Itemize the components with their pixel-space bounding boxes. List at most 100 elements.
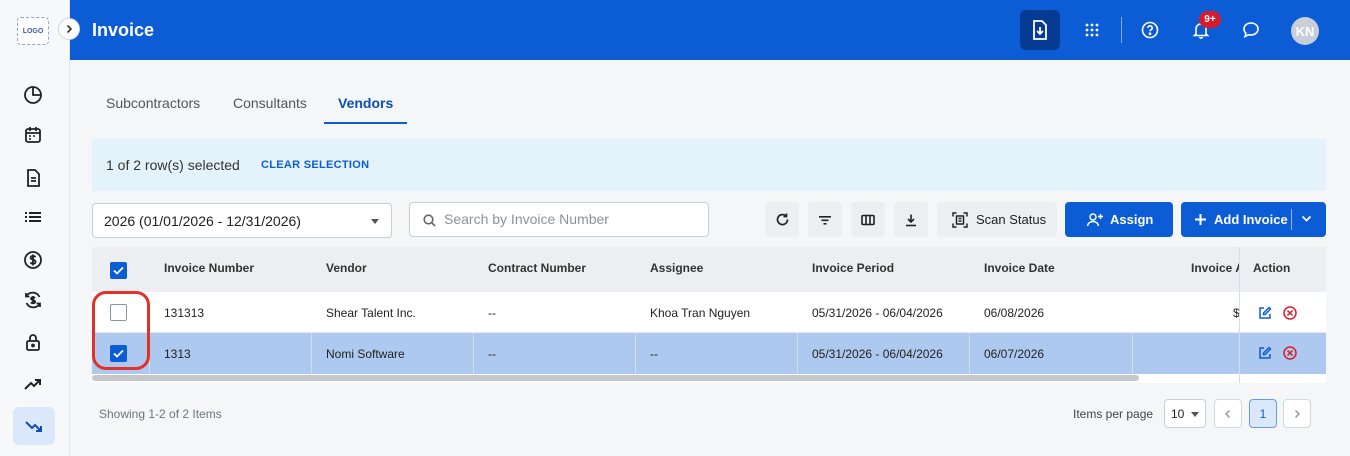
cell-vendor: Shear Talent Inc. (326, 306, 416, 320)
column-divider (473, 333, 474, 374)
cell-invoice-period: 05/31/2026 - 06/04/2026 (812, 306, 943, 320)
columns-icon (861, 214, 875, 225)
chevron-down-icon[interactable] (1301, 215, 1312, 223)
assign-button[interactable]: Assign (1065, 202, 1173, 237)
calendar-icon[interactable] (19, 121, 47, 149)
search-input[interactable] (444, 211, 694, 227)
column-header-invoice-period[interactable]: Invoice Period (812, 261, 894, 275)
search-icon (423, 214, 436, 227)
cell-contract-number: -- (488, 347, 496, 361)
chevron-left-icon (1224, 409, 1231, 418)
chat-button[interactable] (1231, 10, 1271, 50)
column-header-invoice-number[interactable]: Invoice Number (164, 261, 254, 275)
prev-page-button[interactable] (1214, 399, 1242, 428)
add-user-icon (1086, 213, 1103, 227)
items-per-page-label: Items per page (1073, 407, 1154, 421)
lock-icon[interactable] (19, 328, 47, 356)
refresh-button[interactable] (765, 202, 799, 237)
items-per-page-value: 10 (1171, 407, 1185, 421)
column-divider (635, 333, 636, 374)
sidebar: LOGO (0, 0, 70, 456)
chevron-right-icon (1294, 409, 1301, 418)
caret-down-icon (1191, 412, 1199, 417)
action-column-header: Action (1240, 247, 1326, 292)
document-icon[interactable] (19, 164, 47, 192)
cell-assignee: Khoa Tran Nguyen (650, 306, 751, 320)
delete-icon[interactable] (1283, 306, 1297, 320)
export-download-icon (906, 214, 916, 226)
cell-contract-number: -- (488, 306, 496, 320)
selection-count: 1 of 2 row(s) selected (106, 157, 240, 173)
dollar-circle-icon[interactable] (19, 246, 47, 274)
period-select-value: 2026 (01/01/2026 - 12/31/2026) (104, 213, 301, 229)
column-header-invoice-date[interactable]: Invoice Date (984, 261, 1055, 275)
plus-icon (1195, 214, 1206, 225)
column-header-contract-number[interactable]: Contract Number (488, 261, 586, 275)
items-per-page-select[interactable]: 10 (1164, 399, 1206, 428)
page-title: Invoice (92, 20, 155, 40)
apps-grid-icon (1085, 23, 1099, 37)
apps-grid-button[interactable] (1072, 10, 1112, 50)
dollar-refresh-icon[interactable] (19, 286, 47, 314)
user-avatar[interactable]: KN (1291, 17, 1319, 45)
tab-vendors[interactable]: Vendors (324, 86, 408, 124)
column-header-invoice-amount[interactable]: Invoice A (1191, 261, 1244, 275)
download-button[interactable] (1020, 10, 1060, 50)
pagination-summary: Showing 1-2 of 2 Items (99, 407, 222, 421)
chevron-right-icon (66, 24, 73, 34)
add-invoice-label: Add Invoice (1214, 212, 1288, 227)
column-divider (149, 333, 150, 374)
tab-subcontractors[interactable]: Subcontractors (106, 86, 200, 124)
selection-banner: 1 of 2 row(s) selected CLEAR SELECTION (92, 139, 1326, 191)
search-field[interactable] (409, 202, 709, 237)
pie-chart-icon[interactable] (19, 81, 47, 109)
page-number-current[interactable]: 1 (1249, 399, 1277, 428)
edit-icon[interactable] (1258, 306, 1272, 320)
tab-consultants[interactable]: Consultants (233, 86, 307, 124)
cell-vendor: Nomi Software (326, 347, 405, 361)
trending-up-icon[interactable] (19, 370, 47, 398)
trending-down-icon[interactable] (13, 407, 55, 445)
list-icon[interactable] (19, 203, 47, 231)
header-divider (1121, 17, 1122, 43)
columns-button[interactable] (851, 202, 885, 237)
export-button[interactable] (894, 202, 928, 237)
scan-status-label: Scan Status (976, 212, 1047, 227)
checkmark-icon (113, 349, 124, 358)
cell-invoice-period: 05/31/2026 - 06/04/2026 (812, 347, 943, 361)
column-divider (969, 333, 970, 374)
checkmark-icon (113, 266, 124, 275)
cell-invoice-date: 06/08/2026 (984, 306, 1045, 320)
help-button[interactable] (1130, 10, 1170, 50)
table-row[interactable]: 131313 Shear Talent Inc. -- Khoa Tran Ng… (92, 292, 1326, 333)
table-row[interactable]: 1313 Nomi Software -- -- 05/31/2026 - 06… (92, 333, 1326, 374)
next-page-button[interactable] (1283, 399, 1311, 428)
select-all-checkbox[interactable] (110, 262, 127, 279)
column-divider (311, 333, 312, 374)
column-header-vendor[interactable]: Vendor (326, 261, 367, 275)
filter-button[interactable] (808, 202, 842, 237)
column-header-assignee[interactable]: Assignee (650, 261, 703, 275)
button-split-divider (1291, 209, 1292, 230)
help-icon (1141, 21, 1159, 39)
action-cell (1240, 292, 1326, 333)
column-divider (797, 333, 798, 374)
caret-down-icon (371, 219, 379, 224)
add-invoice-button[interactable]: Add Invoice (1181, 202, 1326, 237)
scan-icon (952, 211, 968, 228)
cell-invoice-date: 06/07/2026 (984, 347, 1045, 361)
period-select[interactable]: 2026 (01/01/2026 - 12/31/2026) (92, 203, 392, 238)
action-cell (1240, 333, 1326, 374)
clear-selection-button[interactable]: CLEAR SELECTION (261, 159, 369, 171)
scan-status-button[interactable]: Scan Status (937, 202, 1057, 237)
row-checkbox[interactable] (110, 304, 127, 321)
table-header: Invoice Number Vendor Contract Number As… (92, 247, 1326, 292)
edit-icon[interactable] (1258, 346, 1272, 360)
delete-icon[interactable] (1283, 346, 1297, 360)
top-header: Invoice 9+ KN (70, 0, 1350, 60)
row-checkbox[interactable] (110, 345, 127, 362)
horizontal-scrollbar[interactable] (92, 375, 1139, 381)
assign-label: Assign (1110, 212, 1154, 227)
cell-invoice-number: 1313 (164, 347, 191, 361)
sidebar-collapse-button[interactable] (58, 18, 80, 40)
